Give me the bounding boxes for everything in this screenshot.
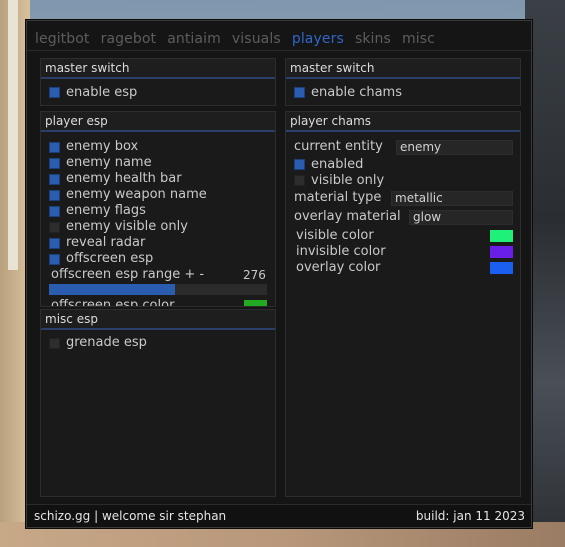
footer-welcome-text: schizo.gg | welcome sir stephan [34,509,227,523]
panel-title: misc esp [41,310,275,330]
invisible-color-swatch[interactable] [490,246,513,258]
footer-build-text: build: jan 11 2023 [415,509,525,523]
panel-title: master switch [286,59,520,79]
offscreen-range-value: 276 [243,268,266,282]
reveal-radar-checkbox[interactable] [49,238,60,249]
tab-antiaim[interactable]: antiaim [167,31,221,47]
enemy-weapon-name-checkbox[interactable] [49,190,60,201]
enable-esp-label: enable esp [66,85,138,100]
misc-esp-panel: misc esp grenade esp [40,309,276,497]
tab-visuals[interactable]: visuals [232,31,281,47]
player-esp-panel: player esp enemy box enemy name enemy he… [40,111,276,307]
tab-skins[interactable]: skins [355,31,391,47]
offscreen-esp-color-swatch[interactable] [244,300,267,306]
offscreen-esp-label: offscreen esp [66,251,154,266]
offscreen-range-slider[interactable] [49,284,267,295]
visible-color-label: visible color [296,228,374,243]
panel-title: master switch [41,59,275,79]
chams-enabled-checkbox[interactable] [294,159,305,170]
enemy-visible-only-checkbox[interactable] [49,222,60,233]
cheat-menu-window: legitbot ragebot antiaim visuals players… [26,20,532,528]
offscreen-esp-checkbox[interactable] [49,254,60,265]
chams-visible-only-label: visible only [311,173,385,188]
chams-enabled-label: enabled [311,157,364,172]
enemy-health-bar-checkbox[interactable] [49,174,60,185]
enemy-name-checkbox[interactable] [49,158,60,169]
tab-misc[interactable]: misc [402,31,435,47]
tab-players[interactable]: players [292,31,344,47]
grenade-esp-label: grenade esp [66,335,147,350]
panel-title: player chams [286,112,520,132]
enemy-flags-checkbox[interactable] [49,206,60,217]
left-master-switch-panel: master switch enable esp [40,58,276,106]
material-type-label: material type [294,190,382,205]
grenade-esp-checkbox[interactable] [49,338,60,349]
overlay-color-swatch[interactable] [490,262,513,274]
enemy-name-label: enemy name [66,155,152,170]
visible-color-swatch[interactable] [490,230,513,242]
tab-legitbot[interactable]: legitbot [35,31,90,47]
offscreen-range-label: offscreen esp range + - [51,267,205,282]
status-footer: schizo.gg | welcome sir stephan build: j… [27,504,531,527]
overlay-material-dropdown[interactable]: glow [409,210,513,225]
enemy-health-bar-label: enemy health bar [66,171,182,186]
material-type-dropdown[interactable]: metallic [391,191,513,206]
current-entity-label: current entity [294,139,383,154]
overlay-color-label: overlay color [296,260,381,275]
player-chams-panel: player chams current entity enemy enable… [285,111,521,497]
offscreen-esp-color-label: offscreen esp color [51,298,175,307]
overlay-material-label: overlay material [294,209,401,224]
tab-bar: legitbot ragebot antiaim visuals players… [35,28,441,48]
panel-title: player esp [41,112,275,132]
invisible-color-label: invisible color [296,244,386,259]
current-entity-dropdown[interactable]: enemy [396,140,513,155]
tab-divider [27,50,531,51]
enable-esp-checkbox[interactable] [49,87,60,98]
background-pillar [8,0,18,270]
enemy-box-label: enemy box [66,139,139,154]
enemy-box-checkbox[interactable] [49,142,60,153]
reveal-radar-label: reveal radar [66,235,146,250]
enable-chams-checkbox[interactable] [294,87,305,98]
chams-visible-only-checkbox[interactable] [294,175,305,186]
enemy-flags-label: enemy flags [66,203,146,218]
enemy-weapon-name-label: enemy weapon name [66,187,207,202]
tab-ragebot[interactable]: ragebot [101,31,156,47]
enable-chams-label: enable chams [311,85,402,100]
enemy-visible-only-label: enemy visible only [66,219,188,234]
right-master-switch-panel: master switch enable chams [285,58,521,106]
slider-fill [49,284,176,295]
